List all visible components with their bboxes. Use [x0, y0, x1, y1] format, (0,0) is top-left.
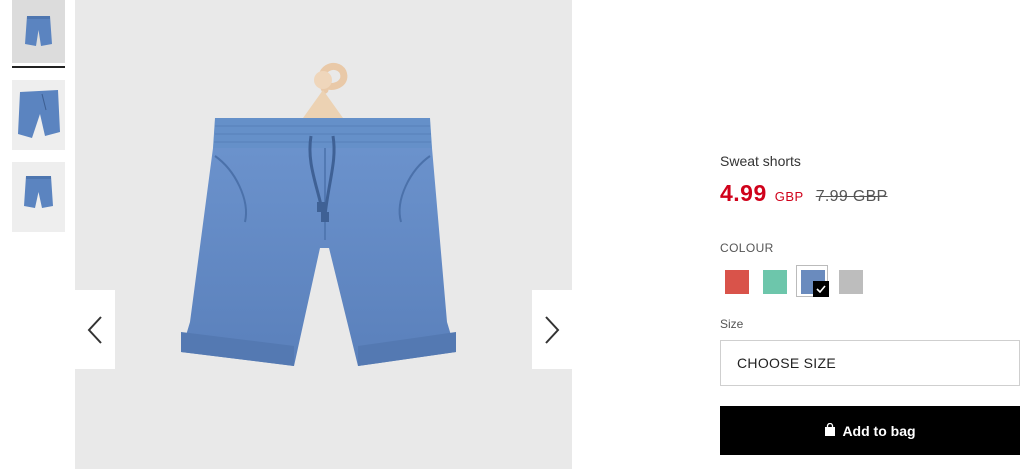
thumbnail-1[interactable]: [12, 0, 65, 63]
thumbnail-shorts-image: [12, 162, 65, 232]
chevron-left-icon: [87, 315, 102, 344]
colour-swatch-mint[interactable]: [763, 270, 787, 294]
thumbnail-shorts-image: [12, 0, 65, 63]
gallery-prev-button[interactable]: [75, 290, 115, 369]
colour-swatch-grey[interactable]: [839, 270, 863, 294]
colour-swatch-red[interactable]: [725, 270, 749, 294]
size-select[interactable]: CHOOSE SIZE: [720, 340, 1020, 386]
checkmark-icon: [813, 281, 829, 297]
product-image-sweat-shorts: [181, 63, 456, 366]
product-gallery: [75, 0, 572, 469]
size-label: Size: [720, 317, 744, 331]
chevron-right-icon: [545, 315, 560, 344]
price-currency: GBP: [774, 189, 804, 204]
old-price: 7.99 GBP: [815, 188, 888, 205]
add-to-bag-button[interactable]: Add to bag: [720, 406, 1020, 455]
shopping-bag-icon: [824, 422, 836, 439]
current-price: 4.99: [720, 180, 767, 206]
add-to-bag-label: Add to bag: [842, 422, 916, 439]
active-thumbnail-indicator: [12, 66, 65, 68]
price-row: 4.99 GBP 7.99 GBP: [720, 180, 888, 207]
gallery-next-button[interactable]: [532, 290, 572, 369]
thumbnail-shorts-image: [12, 80, 65, 150]
colour-label: COLOUR: [720, 241, 774, 255]
thumbnail-3[interactable]: [12, 162, 65, 232]
thumbnail-2[interactable]: [12, 80, 65, 150]
product-title: Sweat shorts: [720, 153, 801, 169]
colour-swatches: [720, 265, 880, 298]
